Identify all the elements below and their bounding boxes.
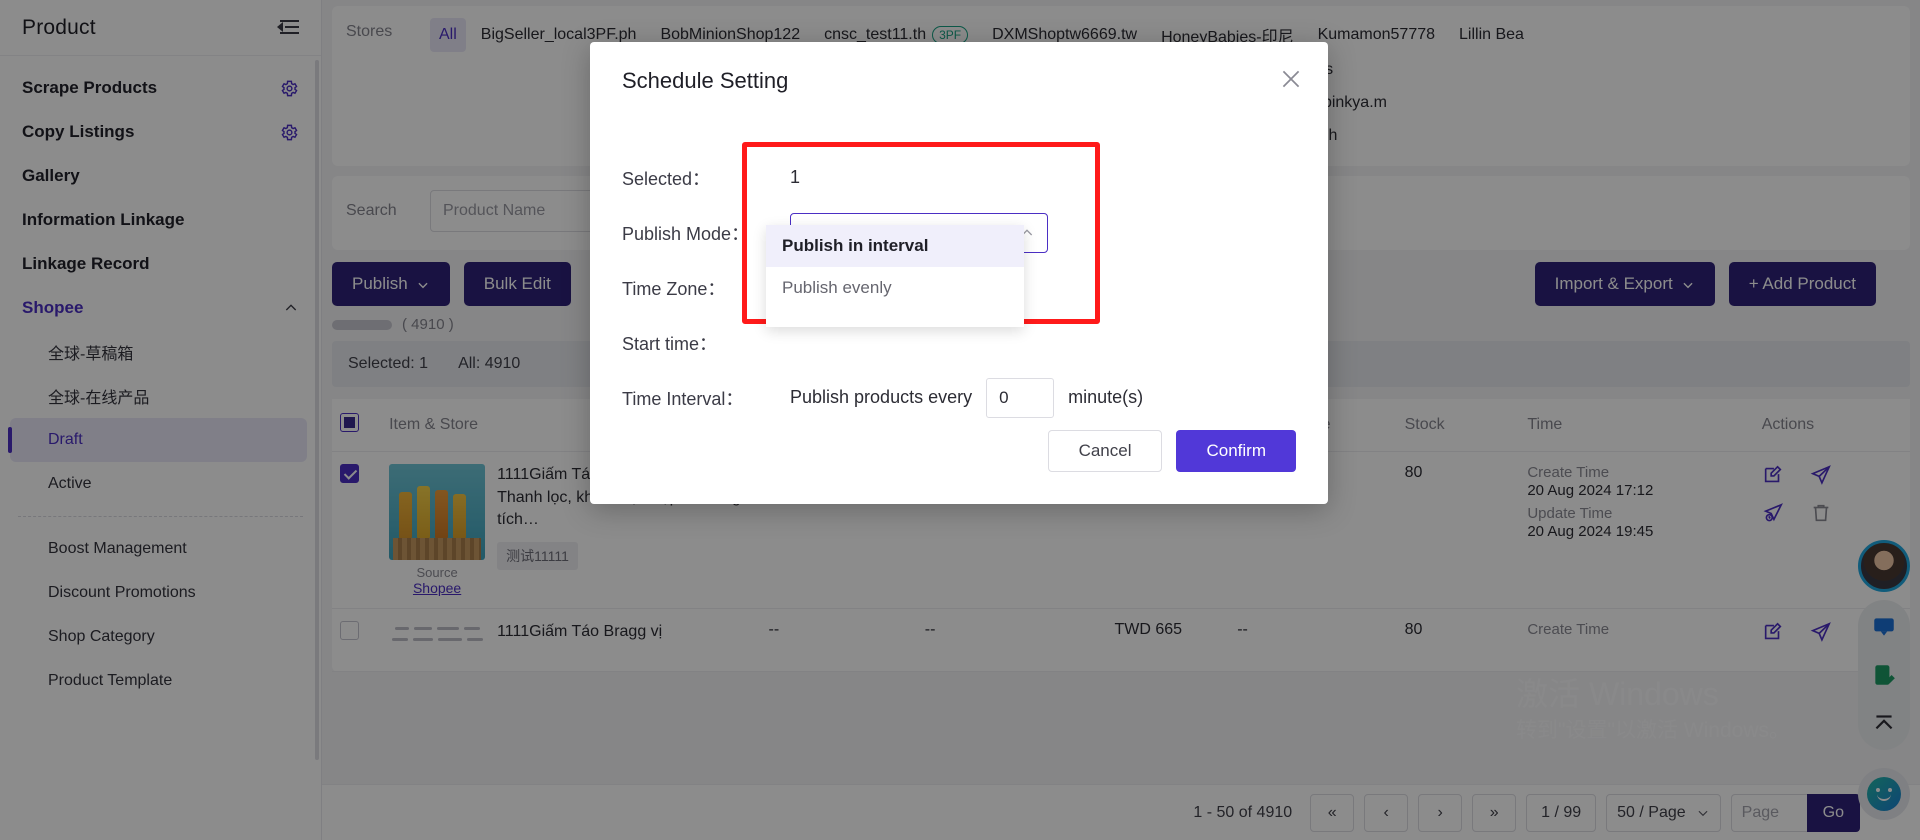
interval-suffix: minute(s) <box>1068 387 1143 408</box>
cancel-button[interactable]: Cancel <box>1048 430 1163 472</box>
selected-label: Selected： <box>622 165 790 191</box>
selected-value: 1 <box>790 167 800 188</box>
confirm-button[interactable]: Confirm <box>1176 430 1296 472</box>
row-time-interval: Time Interval： Publish products every 0 … <box>622 370 1296 425</box>
row-selected: Selected： 1 <box>622 150 1296 205</box>
dropdown-tail <box>766 309 1024 327</box>
interval-prefix: Publish products every <box>790 387 972 408</box>
modal-title: Schedule Setting <box>622 68 788 94</box>
app-root: Product Scrape Products Copy Listings Ga… <box>0 0 1920 840</box>
modal-footer: Cancel Confirm <box>1048 430 1296 472</box>
dropdown-option-publish-evenly[interactable]: Publish evenly <box>766 267 1024 309</box>
start-time-label: Start time： <box>622 330 790 356</box>
publish-mode-label: Publish Mode： <box>622 220 790 246</box>
close-icon[interactable] <box>1278 66 1304 92</box>
dropdown-option-publish-in-interval[interactable]: Publish in interval <box>766 225 1024 267</box>
time-interval-label: Time Interval： <box>622 385 790 411</box>
time-zone-label: Time Zone： <box>622 275 790 301</box>
publish-mode-dropdown: Publish in interval Publish evenly <box>766 225 1024 327</box>
interval-input[interactable]: 0 <box>986 378 1054 418</box>
